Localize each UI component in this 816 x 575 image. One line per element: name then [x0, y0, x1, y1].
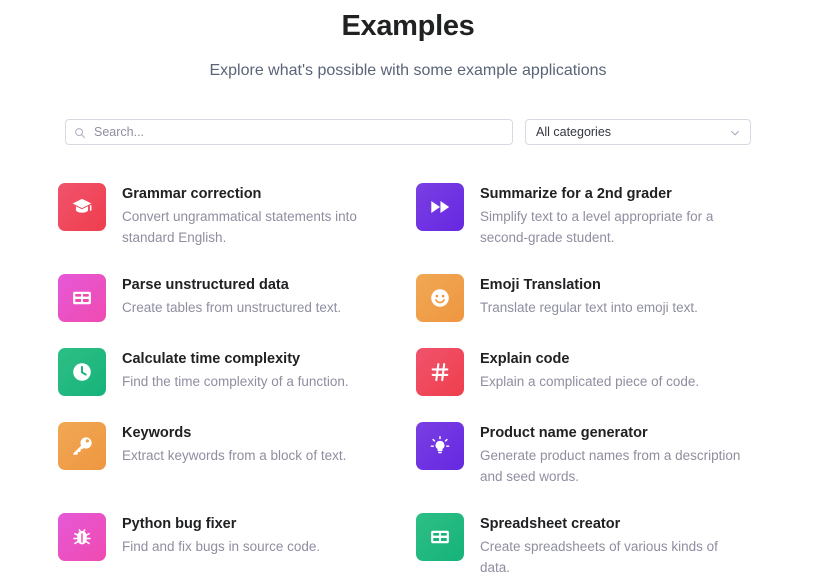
- example-card-title: Emoji Translation: [480, 277, 601, 293]
- example-card-title: Parse unstructured data: [122, 277, 289, 293]
- example-card-description: Translate regular text into emoji text.: [480, 300, 698, 315]
- example-card-text: Python bug fixer Find and fix bugs in sou…: [122, 513, 320, 558]
- table-icon: [71, 287, 93, 309]
- example-icon-tile: [58, 422, 106, 470]
- lightbulb-icon: [429, 435, 451, 457]
- category-select[interactable]: All categories: [525, 119, 751, 145]
- example-icon-tile: [416, 274, 464, 322]
- example-icon-tile: [58, 274, 106, 322]
- smiley-face-icon: [429, 287, 451, 309]
- example-card-title: Product name generator: [480, 425, 648, 441]
- example-card-description: Convert ungrammatical statements into st…: [122, 209, 357, 245]
- example-card[interactable]: Emoji Translation Translate regular text …: [416, 274, 746, 322]
- example-icon-tile: [416, 513, 464, 561]
- example-card-text: Product name generator Generate product n…: [480, 422, 742, 487]
- examples-grid: Grammar correction Convert ungrammatical …: [58, 183, 758, 575]
- examples-page: Examples Explore what's possible with so…: [0, 0, 816, 575]
- example-card-description: Find the time complexity of a function.: [122, 374, 349, 389]
- example-card[interactable]: Python bug fixer Find and fix bugs in sou…: [58, 513, 416, 575]
- example-icon-tile: [416, 183, 464, 231]
- example-card-title: Explain code: [480, 351, 570, 367]
- example-card[interactable]: Keywords Extract keywords from a block of…: [58, 422, 416, 487]
- example-card[interactable]: Parse unstructured data Create tables fro…: [58, 274, 416, 322]
- example-card-description: Simplify text to a level appropriate for…: [480, 209, 714, 245]
- example-card-text: Keywords Extract keywords from a block of…: [122, 422, 346, 467]
- example-card[interactable]: Product name generator Generate product n…: [416, 422, 746, 487]
- example-card-description: Explain a complicated piece of code.: [480, 374, 700, 389]
- example-icon-tile: [58, 183, 106, 231]
- page-title: Examples: [341, 10, 475, 42]
- key-icon: [71, 435, 93, 457]
- category-select-value: All categories: [536, 125, 612, 139]
- example-icon-tile: [416, 348, 464, 396]
- example-card-description: Find and fix bugs in source code.: [122, 539, 321, 554]
- example-icon-tile: [58, 513, 106, 561]
- category-select-wrapper: All categories: [525, 119, 751, 145]
- example-card[interactable]: Grammar correction Convert ungrammatical …: [58, 183, 416, 248]
- example-icon-tile: [416, 422, 464, 470]
- filter-controls: All categories: [65, 119, 751, 145]
- example-card-text: Emoji Translation Translate regular text …: [480, 274, 698, 319]
- example-card-text: Summarize for a 2nd grader Simplify text …: [480, 183, 742, 248]
- fast-forward-icon: [429, 196, 451, 218]
- search-input[interactable]: [65, 119, 513, 145]
- search-field-wrapper: [65, 119, 513, 145]
- example-card-text: Parse unstructured data Create tables fro…: [122, 274, 341, 319]
- example-card-description: Extract keywords from a block of text.: [122, 448, 347, 463]
- example-card-text: Grammar correction Convert ungrammatical …: [122, 183, 386, 248]
- example-card[interactable]: Summarize for a 2nd grader Simplify text …: [416, 183, 746, 248]
- example-card-title: Calculate time complexity: [122, 351, 301, 367]
- example-icon-tile: [58, 348, 106, 396]
- page-header: Examples Explore what's possible with so…: [0, 0, 816, 82]
- example-card-description: Generate product names from a descriptio…: [480, 448, 741, 484]
- example-card-text: Spreadsheet creator Create spreadsheets o…: [480, 513, 742, 575]
- page-subtitle: Explore what's possible with some exampl…: [209, 62, 607, 79]
- graduation-cap-icon: [71, 196, 93, 218]
- bug-icon: [71, 526, 93, 548]
- example-card-title: Grammar correction: [122, 186, 262, 202]
- example-card-text: Calculate time complexity Find the time c…: [122, 348, 349, 393]
- example-card-text: Explain code Explain a complicated piece …: [480, 348, 699, 393]
- example-card-title: Summarize for a 2nd grader: [480, 186, 672, 202]
- example-card-title: Spreadsheet creator: [480, 516, 621, 532]
- example-card-description: Create spreadsheets of various kinds of …: [480, 539, 718, 575]
- example-card[interactable]: Calculate time complexity Find the time c…: [58, 348, 416, 396]
- example-card[interactable]: Explain code Explain a complicated piece …: [416, 348, 746, 396]
- example-card-title: Python bug fixer: [122, 516, 237, 532]
- hash-icon: [429, 361, 451, 383]
- spreadsheet-icon: [429, 526, 451, 548]
- clock-icon: [71, 361, 93, 383]
- example-card[interactable]: Spreadsheet creator Create spreadsheets o…: [416, 513, 746, 575]
- example-card-description: Create tables from unstructured text.: [122, 300, 342, 315]
- example-card-title: Keywords: [122, 425, 192, 441]
